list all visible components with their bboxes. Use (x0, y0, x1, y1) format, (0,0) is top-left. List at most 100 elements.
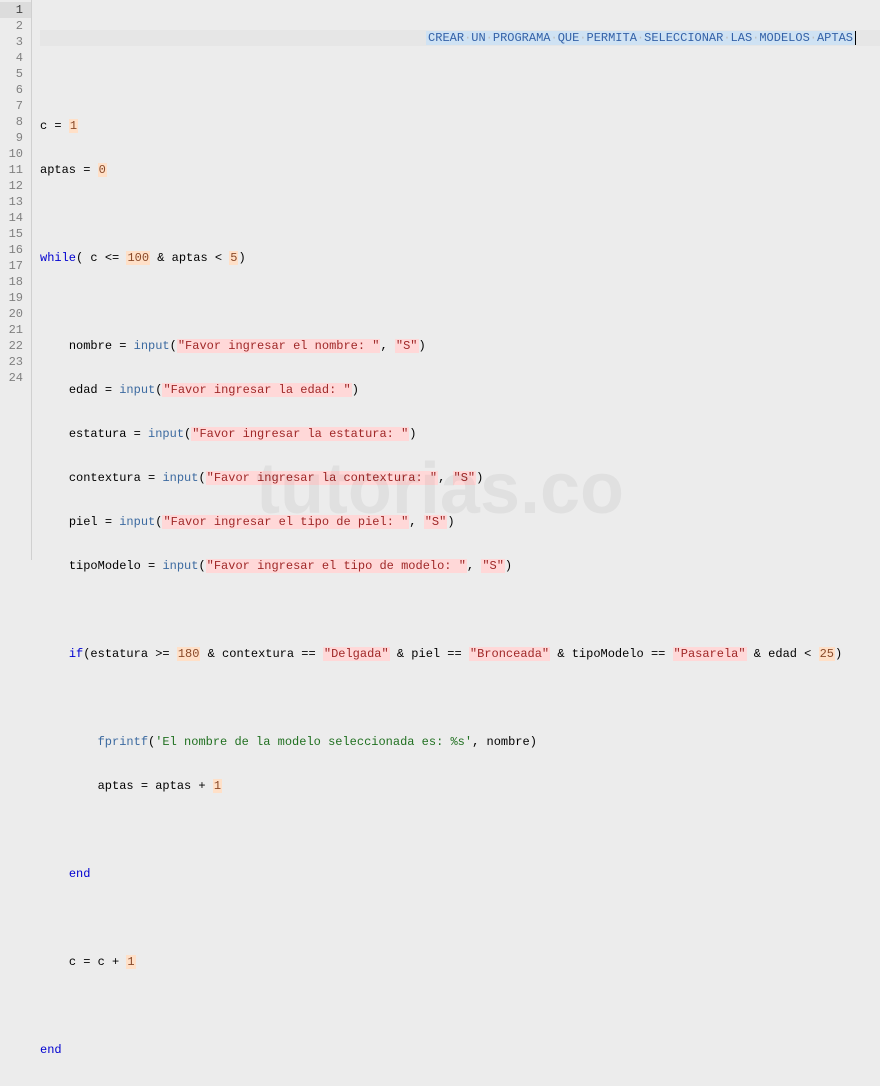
text: nombre = (69, 339, 134, 353)
string: "Favor ingresar la contextura: " (206, 471, 438, 485)
identifier: c (40, 119, 47, 133)
code-line[interactable] (40, 602, 880, 618)
fn-input: input (119, 515, 155, 529)
keyword-end: end (69, 867, 91, 881)
code-line[interactable] (40, 294, 880, 310)
code-line[interactable]: end (40, 866, 880, 882)
text: , (409, 515, 423, 529)
fn-input: input (162, 471, 198, 485)
title-comment[interactable]: CREAR·UN·PROGRAMA·QUE·PERMITA·SELECCIONA… (426, 31, 856, 45)
text: ) (352, 383, 359, 397)
line-number: 6 (4, 82, 23, 98)
number: 1 (126, 955, 135, 969)
text: , (380, 339, 394, 353)
text: & aptas < (150, 251, 229, 265)
code-line[interactable]: if(estatura >= 180 & contextura == "Delg… (40, 646, 880, 662)
code-area[interactable]: CREAR·UN·PROGRAMA·QUE·PERMITA·SELECCIONA… (32, 0, 880, 560)
code-line[interactable]: nombre = input("Favor ingresar el nombre… (40, 338, 880, 354)
line-number: 12 (4, 178, 23, 194)
line-number: 4 (4, 50, 23, 66)
line-number: 13 (4, 194, 23, 210)
string: "Bronceada" (469, 647, 550, 661)
fn-input: input (148, 427, 184, 441)
line-number: 18 (4, 274, 23, 290)
number: 1 (213, 779, 222, 793)
code-line[interactable]: aptas = 0 (40, 162, 880, 178)
text: ( c <= (76, 251, 126, 265)
line-number: 20 (4, 306, 23, 322)
code-line[interactable] (40, 910, 880, 926)
text: c = c + (69, 955, 127, 969)
string: "S" (395, 339, 419, 353)
text: & piel == (390, 647, 469, 661)
code-line[interactable]: aptas = aptas + 1 (40, 778, 880, 794)
line-number: 14 (4, 210, 23, 226)
text: ( (170, 339, 177, 353)
line-number: 17 (4, 258, 23, 274)
text: ) (419, 339, 426, 353)
string: "Favor ingresar el nombre: " (177, 339, 381, 353)
string: "Favor ingresar la edad: " (162, 383, 351, 397)
text: ) (238, 251, 245, 265)
code-line[interactable]: tipoModelo = input("Favor ingresar el ti… (40, 558, 880, 574)
line-number: 19 (4, 290, 23, 306)
text: & edad < (747, 647, 819, 661)
code-line[interactable]: while( c <= 100 & aptas < 5) (40, 250, 880, 266)
code-line[interactable]: c = 1 (40, 118, 880, 134)
line-number: 24 (4, 370, 23, 386)
fn-input: input (134, 339, 170, 353)
number: 100 (126, 251, 150, 265)
code-line[interactable]: estatura = input("Favor ingresar la esta… (40, 426, 880, 442)
text: aptas = aptas + (98, 779, 213, 793)
identifier: aptas (40, 163, 76, 177)
code-line[interactable]: edad = input("Favor ingresar la edad: ") (40, 382, 880, 398)
string: "Delgada" (323, 647, 390, 661)
text: ) (447, 515, 454, 529)
line-number: 2 (4, 18, 23, 34)
code-line[interactable] (40, 998, 880, 1014)
code-line[interactable] (40, 74, 880, 90)
code-line[interactable]: contextura = input("Favor ingresar la co… (40, 470, 880, 486)
string: "S" (453, 471, 477, 485)
code-line[interactable]: end (40, 1042, 880, 1058)
text: ) (409, 427, 416, 441)
number: 1 (69, 119, 78, 133)
code-line[interactable] (40, 690, 880, 706)
line-number: 7 (4, 98, 23, 114)
code-line[interactable]: CREAR·UN·PROGRAMA·QUE·PERMITA·SELECCIONA… (40, 30, 880, 46)
line-number: 23 (4, 354, 23, 370)
keyword-end: end (40, 1043, 62, 1057)
fn-fprintf: fprintf (98, 735, 148, 749)
string: "S" (424, 515, 448, 529)
code-line[interactable]: piel = input("Favor ingresar el tipo de … (40, 514, 880, 530)
text: ) (476, 471, 483, 485)
text: ( (148, 735, 155, 749)
line-number: 5 (4, 66, 23, 82)
line-number: 11 (4, 162, 23, 178)
string: "Favor ingresar el tipo de piel: " (162, 515, 409, 529)
code-line[interactable] (40, 822, 880, 838)
text: edad = (69, 383, 119, 397)
code-line[interactable]: c = c + 1 (40, 954, 880, 970)
text: & contextura == (200, 647, 322, 661)
text: ( (198, 559, 205, 573)
code-editor[interactable]: 123456789101112131415161718192021222324 … (0, 0, 880, 560)
code-line[interactable] (40, 206, 880, 222)
number: 25 (819, 647, 835, 661)
line-number: 15 (4, 226, 23, 242)
line-number: 1 (0, 2, 31, 18)
string: "S" (481, 559, 505, 573)
line-number: 21 (4, 322, 23, 338)
text: ( (198, 471, 205, 485)
line-number: 22 (4, 338, 23, 354)
text: & tipoModelo == (550, 647, 672, 661)
code-line[interactable]: fprintf('El nombre de la modelo seleccio… (40, 734, 880, 750)
text: ) (505, 559, 512, 573)
text: , (467, 559, 481, 573)
line-number: 9 (4, 130, 23, 146)
number: 0 (98, 163, 107, 177)
line-number: 3 (4, 34, 23, 50)
op: = (54, 119, 61, 133)
fn-input: input (119, 383, 155, 397)
line-number: 16 (4, 242, 23, 258)
